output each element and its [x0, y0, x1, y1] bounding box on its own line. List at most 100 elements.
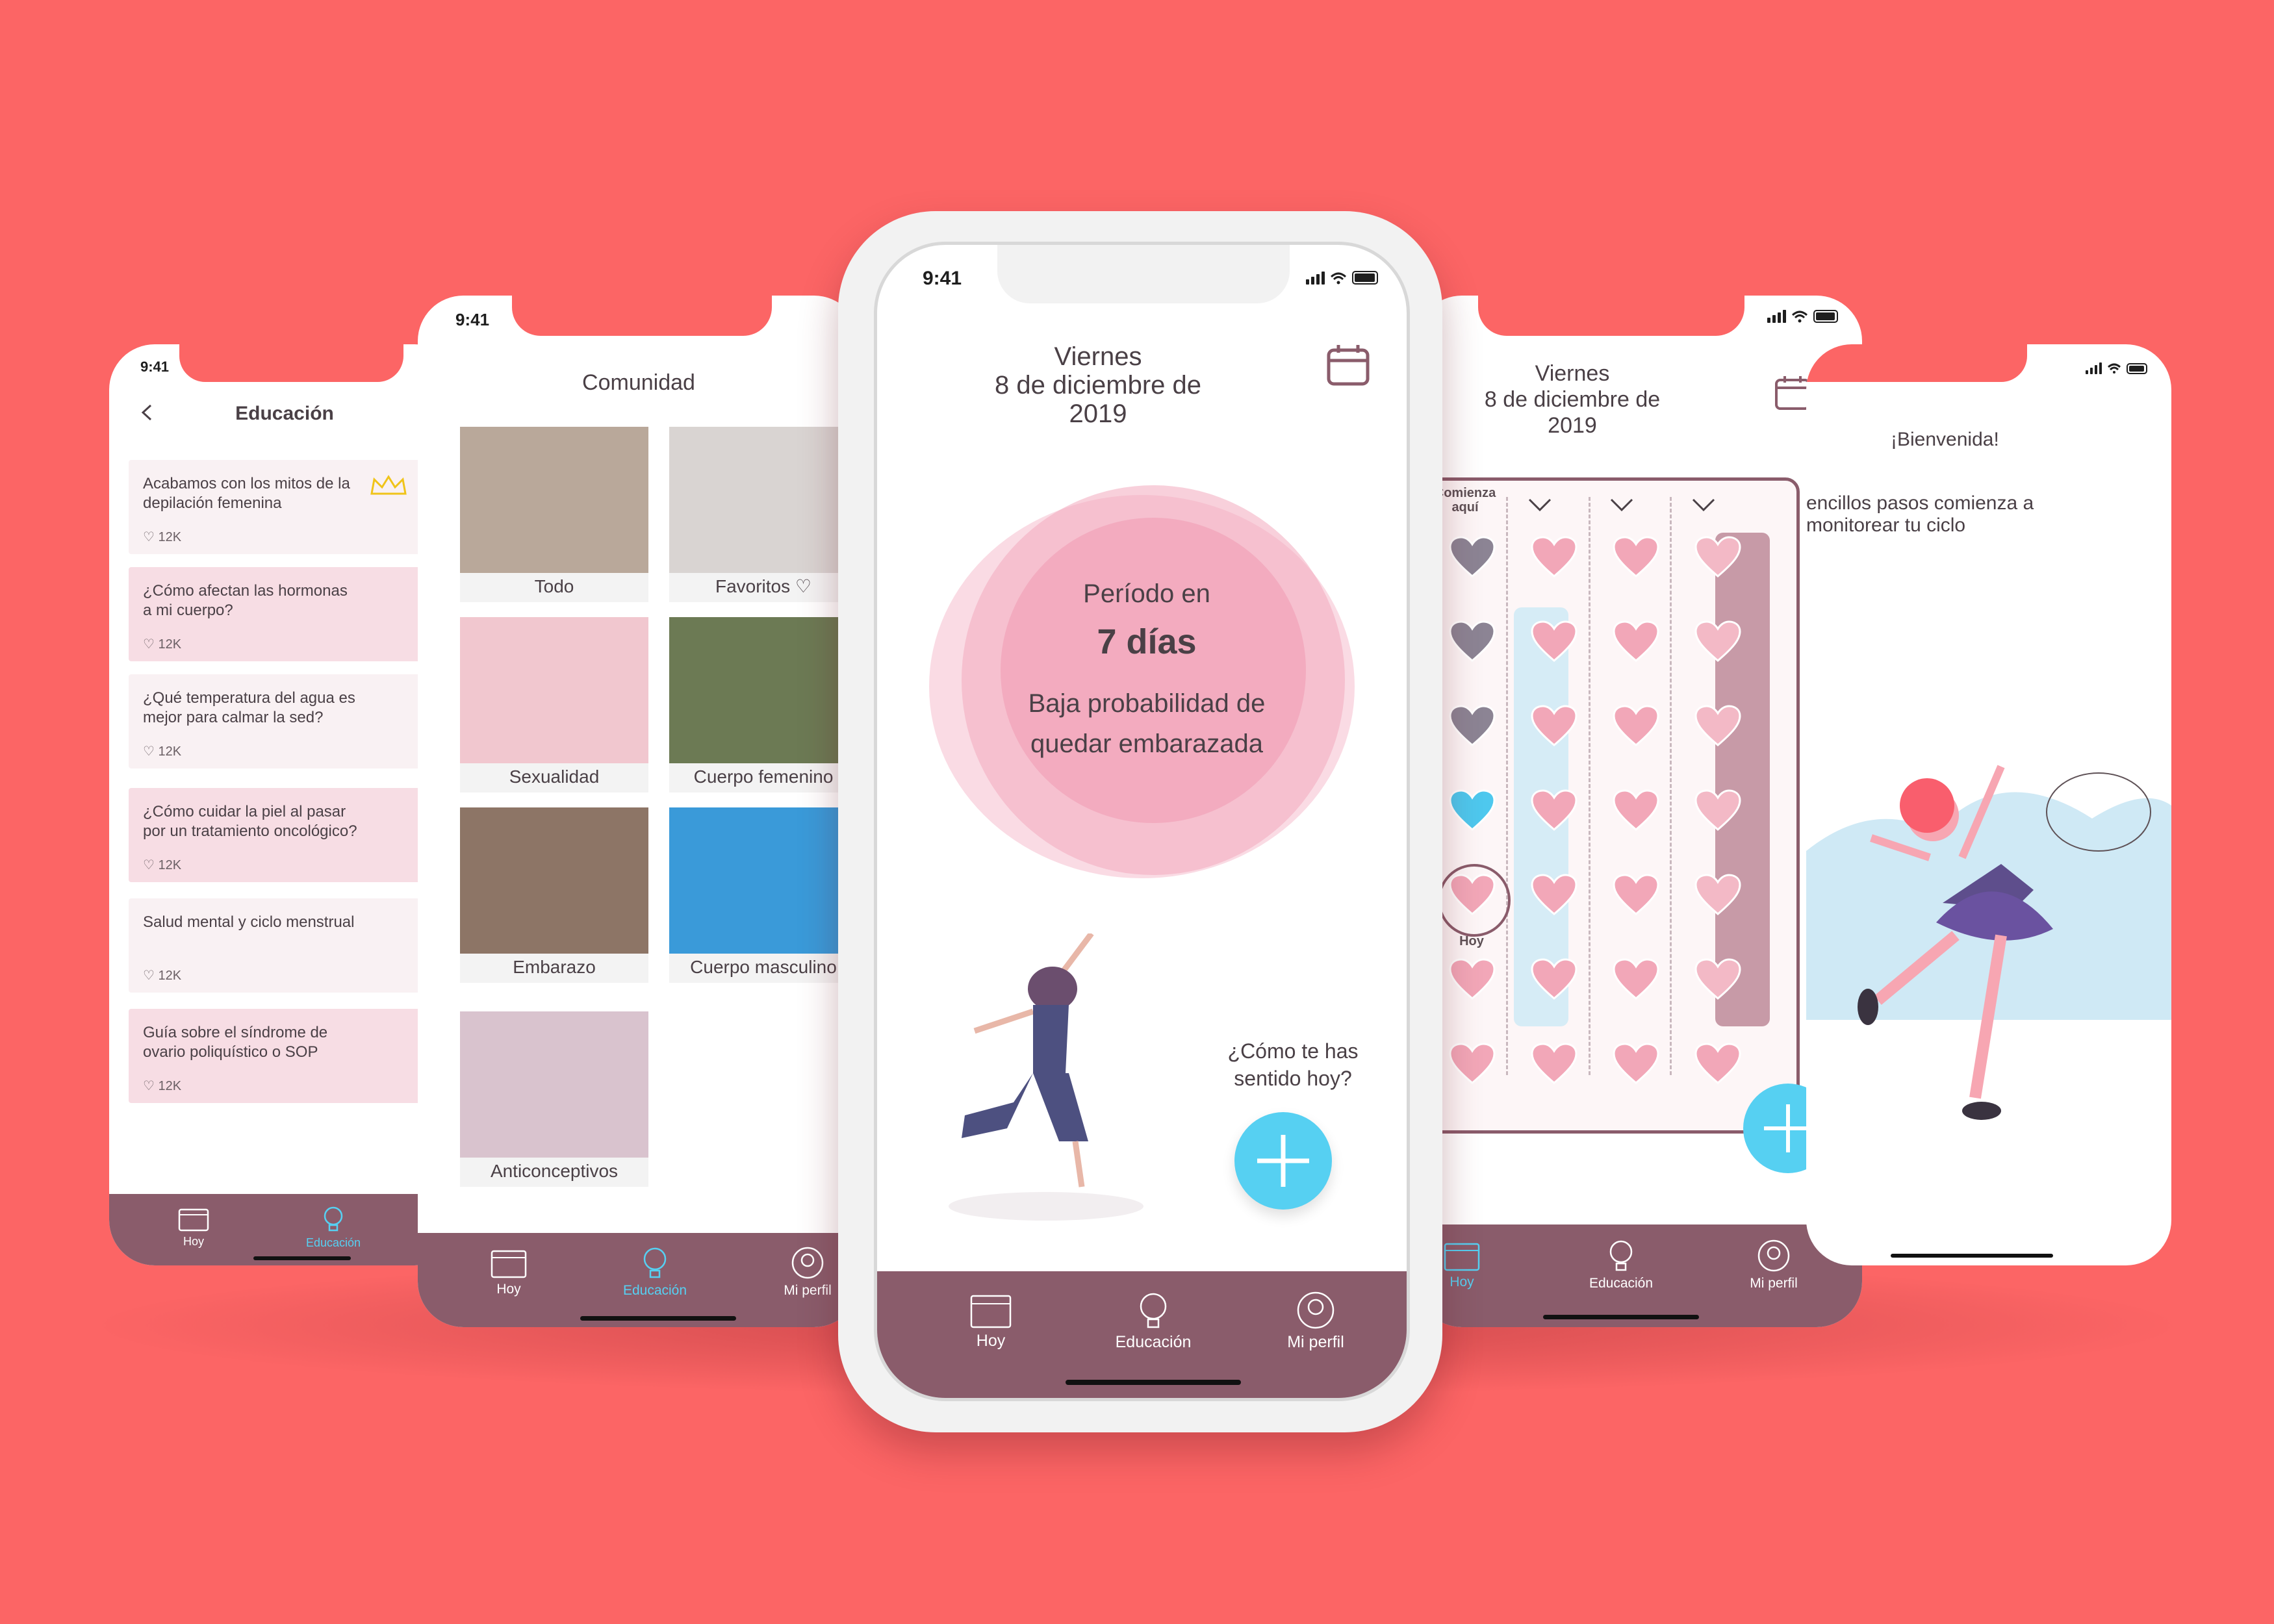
heart-icon[interactable] [1449, 1043, 1496, 1085]
heart-icon[interactable] [1531, 705, 1578, 748]
heart-icon[interactable] [1613, 958, 1659, 1001]
heart-icon: ♡ [143, 969, 159, 983]
calendar-icon [178, 1208, 209, 1232]
heart-icon[interactable] [1449, 789, 1496, 832]
category-tile[interactable]: Sexualidad [460, 617, 648, 793]
crown-icon [370, 475, 407, 495]
heart-icon[interactable] [1613, 789, 1659, 832]
tab-mi-perfil[interactable]: Mi perfil [769, 1246, 847, 1299]
status-time: 9:41 [455, 310, 490, 329]
heart-icon[interactable] [1694, 536, 1741, 579]
heart-icon[interactable] [1694, 1043, 1741, 1085]
tab-label: Hoy [496, 1282, 521, 1297]
heart-icon[interactable] [1531, 958, 1578, 1001]
chevron-down-icon[interactable] [1609, 497, 1635, 513]
tab-label: Hoy [1450, 1275, 1474, 1289]
heart-icon[interactable] [1613, 874, 1659, 917]
article-title: Acabamos con los mitos de la depilación … [143, 475, 350, 512]
article-card[interactable]: Guía sobre el síndrome de ovario poliquí… [129, 1009, 460, 1103]
tab-mi-perfil[interactable]: Mi perfil [1267, 1291, 1364, 1352]
article-card[interactable]: Acabamos con los mitos de la depilación … [129, 460, 460, 554]
calendar-phone: Viernes 8 de diciembre de 2019 Comienza … [1416, 296, 1862, 1327]
article-card[interactable]: ¿Cómo cuidar la piel al pasar por un tra… [129, 788, 460, 882]
heart-icon[interactable] [1694, 958, 1741, 1001]
subtitle: encillos pasos comienza a monitorear tu … [1806, 492, 2034, 536]
likes-count: 12K [158, 744, 182, 759]
category-image [460, 1011, 648, 1158]
calendar-icon [1327, 345, 1370, 386]
period-column [1715, 533, 1770, 1026]
tab-mi-perfil[interactable]: Mi perfil [1735, 1239, 1813, 1291]
article-title: ¿Cómo afectan las hormonas a mi cuerpo? [143, 582, 348, 619]
heart-icon[interactable] [1694, 789, 1741, 832]
page-title: Comunidad [582, 370, 695, 395]
category-tile[interactable]: Todo [460, 427, 648, 602]
home-phone: 9:41 Viernes 8 de diciembre de 2019 Perí… [874, 242, 1410, 1401]
heart-icon[interactable] [1449, 958, 1496, 1001]
article-card[interactable]: ¿Cómo afectan las hormonas a mi cuerpo? ♡… [129, 567, 460, 661]
tab-hoy[interactable]: Hoy [476, 1246, 541, 1297]
heart-icon[interactable] [1531, 620, 1578, 663]
category-tile[interactable]: Embarazo [460, 807, 648, 983]
category-tile[interactable]: Favoritos ♡ [669, 427, 858, 602]
status-icons [1306, 271, 1378, 285]
tab-educacion[interactable]: Educación [613, 1246, 697, 1299]
tab-educacion[interactable]: Educación [1579, 1239, 1663, 1291]
chevron-down-icon[interactable] [1527, 497, 1553, 513]
heart-icon[interactable] [1613, 536, 1659, 579]
notch [512, 296, 772, 336]
wifi-icon [1791, 311, 1808, 323]
category-image [669, 807, 858, 954]
tab-educacion[interactable]: Educación [1105, 1291, 1202, 1352]
heart-icon[interactable] [1613, 620, 1659, 663]
heart-icon: ♡ [143, 1079, 159, 1093]
home-indicator [1066, 1380, 1241, 1385]
tab-hoy[interactable]: Hoy [161, 1206, 226, 1249]
heart-icon[interactable] [1694, 705, 1741, 748]
welcome-phone: ¡Bienvenida! encillos pasos comienza a m… [1806, 344, 2171, 1265]
category-label: Sexualidad [509, 767, 600, 787]
date: 8 de diciembre de 2019 [995, 371, 1201, 428]
add-mood-button[interactable] [1234, 1112, 1332, 1210]
heart-icon[interactable] [1449, 705, 1496, 748]
tab-label: Educación [1115, 1333, 1192, 1351]
heart-icon[interactable] [1694, 620, 1741, 663]
calendar-button[interactable] [1325, 342, 1371, 391]
heart-icon[interactable] [1531, 874, 1578, 917]
status-time: 9:41 [923, 268, 962, 289]
article-likes: ♡ 12K [143, 529, 181, 545]
category-tile[interactable]: Anticonceptivos [460, 1011, 648, 1187]
tab-label: Hoy [183, 1235, 204, 1248]
heart-icon[interactable] [1613, 1043, 1659, 1085]
tab-educacion[interactable]: Educación [288, 1206, 379, 1250]
lightbulb-icon [1609, 1240, 1633, 1271]
chevron-down-icon[interactable] [1691, 497, 1717, 513]
tab-hoy[interactable]: Hoy [1436, 1239, 1488, 1290]
heart-icon[interactable] [1531, 789, 1578, 832]
heart-icon[interactable] [1694, 874, 1741, 917]
category-tile[interactable]: Cuerpo femenino [669, 617, 858, 793]
article-title: Guía sobre el síndrome de ovario poliquí… [143, 1024, 328, 1061]
category-label: Todo [534, 576, 574, 596]
heart-icon[interactable] [1449, 536, 1496, 579]
column-divider [1589, 497, 1591, 1075]
dancing-woman-illustration [1806, 765, 2171, 1120]
period-bubble-inner [1001, 518, 1306, 823]
today-marker[interactable] [1438, 864, 1511, 937]
calendar-icon [970, 1295, 1012, 1328]
article-card[interactable]: Salud mental y ciclo menstrual ♡ 12K [129, 898, 460, 993]
tab-label: Educación [1589, 1276, 1654, 1291]
category-label: Favoritos ♡ [715, 576, 812, 596]
heart-icon[interactable] [1531, 536, 1578, 579]
category-tile[interactable]: Cuerpo masculino [669, 807, 858, 983]
community-phone: 9:41 Comunidad Todo Favoritos ♡ Sexualidad… [418, 296, 860, 1327]
heart-icon[interactable] [1449, 620, 1496, 663]
tab-hoy[interactable]: Hoy [955, 1291, 1027, 1351]
calendar-icon [1444, 1243, 1480, 1271]
article-card[interactable]: ¿Qué temperatura del agua es mejor para … [129, 674, 460, 768]
date: 8 de diciembre de 2019 [1484, 387, 1661, 438]
heart-icon[interactable] [1613, 705, 1659, 748]
weekday: Viernes [1535, 361, 1610, 386]
article-title: ¿Cómo cuidar la piel al pasar por un tra… [143, 803, 357, 840]
heart-icon[interactable] [1531, 1043, 1578, 1085]
